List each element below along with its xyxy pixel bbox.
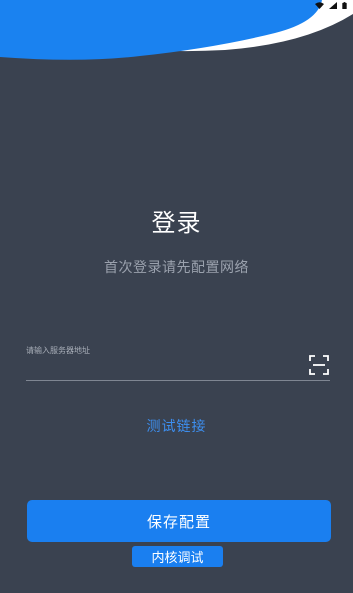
- server-address-label: 请输入服务器地址: [26, 346, 90, 355]
- test-connection-link[interactable]: 测试链接: [0, 416, 353, 436]
- signal-icon: [329, 1, 337, 9]
- page-subtitle: 首次登录请先配置网络: [104, 260, 249, 276]
- wifi-icon: [315, 1, 324, 9]
- save-config-button[interactable]: 保存配置: [27, 500, 331, 542]
- page-title: 登录: [151, 209, 202, 237]
- status-bar: [0, 0, 353, 10]
- server-address-input[interactable]: [26, 358, 296, 376]
- input-underline: [26, 380, 330, 381]
- battery-icon: [342, 1, 347, 9]
- scan-button[interactable]: [309, 355, 329, 375]
- scan-icon: [309, 355, 329, 375]
- kernel-debug-button[interactable]: 内核调试: [132, 546, 223, 567]
- header-wave: [0, 0, 353, 60]
